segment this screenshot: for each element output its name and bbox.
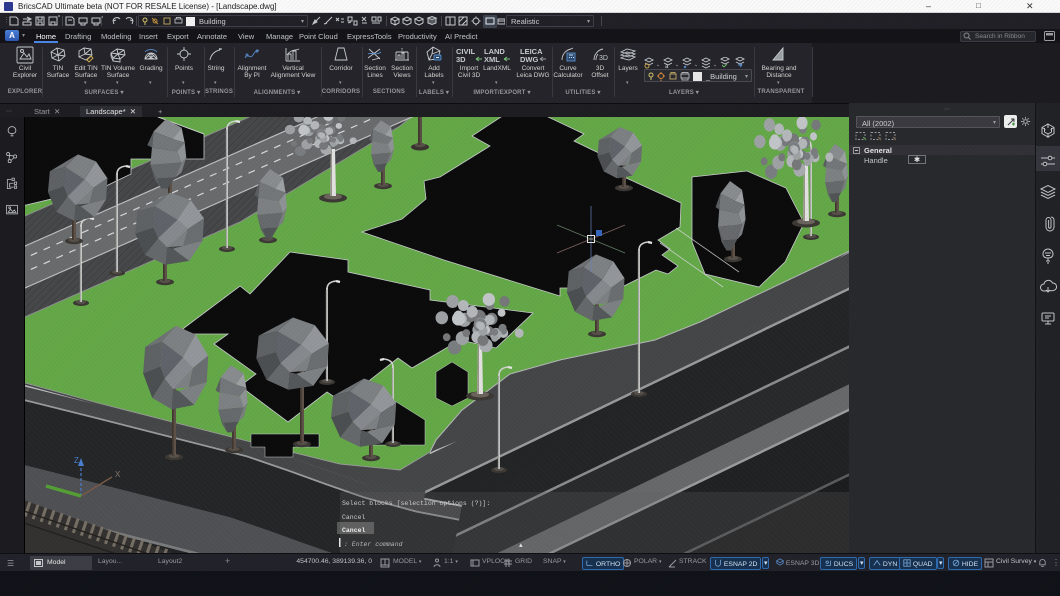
svg-text:3D: 3D [456, 55, 466, 64]
svg-text:: Enter command: : Enter command [344, 541, 403, 548]
svg-text:Select blocks [selection optio: Select blocks [selection options (?)]: [342, 500, 490, 507]
svg-text:Z: Z [74, 456, 79, 465]
svg-text:XML: XML [484, 55, 500, 64]
svg-text:Cancel: Cancel [342, 527, 366, 534]
svg-text:X: X [115, 470, 121, 479]
svg-text:Cancel: Cancel [342, 514, 366, 521]
svg-text:DWG: DWG [520, 55, 538, 64]
svg-text:▲: ▲ [519, 542, 523, 549]
